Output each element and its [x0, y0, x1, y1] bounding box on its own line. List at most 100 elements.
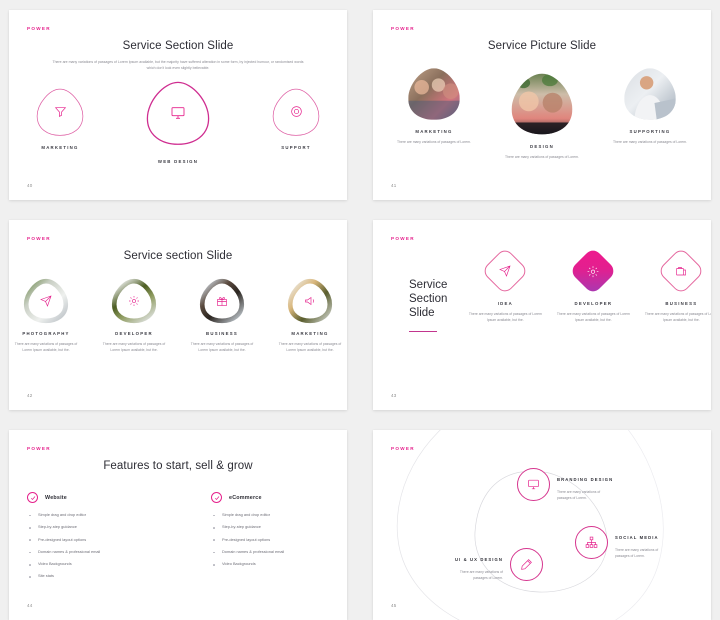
features-list: Simple drag and drop editor Step-by-step… — [211, 512, 339, 567]
features-column-header: eCommerce — [211, 492, 339, 503]
list-item: Video Backgrounds — [27, 561, 155, 567]
diamond-shape-active — [569, 246, 618, 296]
photo-blob — [622, 66, 678, 122]
slide-service-picture[interactable]: POWER Service Picture Slide MARKETING Th… — [373, 10, 711, 200]
service-blob-row: MARKETING WEB DESIGN SUPPORT — [9, 81, 347, 164]
paper-plane-icon — [499, 265, 511, 277]
node-circle — [517, 468, 550, 502]
diamond-item-developer[interactable]: DEVELOPER There are many variations of p… — [553, 246, 633, 324]
slide-features[interactable]: POWER Features to start, sell & grow Web… — [9, 430, 347, 620]
picture-item-desc: There are many variations of passages of… — [505, 155, 579, 159]
node-label: SOCIAL MEDIA — [615, 535, 659, 540]
slide-process-blob[interactable]: POWER BRANDING DESIGN There are many var… — [373, 430, 711, 620]
textured-ring-photography — [23, 278, 69, 324]
page-number: 45 — [391, 603, 397, 608]
textured-ring-developer — [111, 278, 157, 324]
diamond-item-idea[interactable]: IDEA There are many variations of passag… — [465, 246, 545, 324]
check-circle-icon — [211, 492, 222, 503]
photo-blob — [406, 66, 462, 122]
left-title-block: Service Section Slide — [409, 254, 448, 333]
service-item-support[interactable]: SUPPORT — [259, 86, 333, 150]
ring-item-desc: There are many variations of passages of… — [190, 342, 254, 353]
sitemap-icon — [585, 536, 598, 549]
picture-item-desc: There are many variations of passages of… — [613, 140, 687, 144]
gear-icon — [587, 265, 600, 278]
slide-service-section[interactable]: POWER Service Section Slide There are ma… — [9, 10, 347, 200]
process-node-social-media[interactable]: SOCIAL MEDIA There are many variations o… — [575, 526, 673, 560]
ring-item-business[interactable]: BUSINESS There are many variations of pa… — [187, 278, 257, 354]
monitor-icon — [527, 478, 540, 491]
node-text: UI & UX DESIGN There are many variations… — [445, 548, 503, 582]
background-blob-lines — [396, 430, 664, 620]
diamond-item-label: BUSINESS — [665, 301, 698, 306]
node-label: UI & UX DESIGN — [455, 557, 503, 562]
textured-blob — [111, 278, 157, 324]
diamond-shape — [657, 246, 706, 296]
list-item: Domain names & professional email — [27, 549, 155, 555]
slide-deck: POWER Service Section Slide There are ma… — [0, 0, 720, 620]
picture-item-marketing[interactable]: MARKETING There are many variations of p… — [395, 66, 473, 145]
page-subtitle: There are many variations of passages of… — [52, 60, 304, 71]
node-desc: There are many variations of passages of… — [557, 490, 601, 501]
monitor-icon — [170, 105, 186, 121]
ring-item-desc: There are many variations of passages of… — [102, 342, 166, 353]
diamond-shape — [481, 246, 530, 296]
diamond-row: IDEA There are many variations of passag… — [465, 246, 711, 324]
diamond-layout: Service Section Slide IDEA There are man… — [373, 220, 711, 333]
features-column-header: Website — [27, 492, 155, 503]
ring-item-label: BUSINESS — [206, 331, 238, 336]
page-number: 42 — [27, 393, 33, 398]
page-title: Service Picture Slide — [487, 40, 597, 52]
service-item-label: SUPPORT — [281, 144, 311, 150]
diamond-item-desc: There are many variations of passages of… — [468, 312, 542, 323]
slide-service-section-textured[interactable]: POWER Service section Slide PHOTOGRAPHY … — [9, 220, 347, 410]
title-underline — [409, 331, 437, 333]
page-title: Service Section Slide — [409, 279, 448, 320]
photo-mask-design — [511, 73, 573, 135]
diamond-item-business[interactable]: BUSINESS There are many variations of pa… — [641, 246, 711, 324]
textured-blob — [23, 278, 69, 324]
blob-shape — [34, 86, 86, 138]
ring-item-developer[interactable]: DEVELOPER There are many variations of p… — [99, 278, 169, 354]
pencil-icon — [520, 558, 533, 571]
brand-logo: POWER — [391, 236, 415, 241]
service-item-label: MARKETING — [41, 144, 79, 150]
textured-blob — [287, 278, 333, 324]
diamond-item-desc: There are many variations of passages of… — [644, 312, 711, 323]
service-item-marketing[interactable]: MARKETING — [23, 86, 97, 150]
page-number: 44 — [27, 603, 33, 608]
textured-blob — [199, 278, 245, 324]
features-column-website: Website Simple drag and drop editor Step… — [27, 492, 155, 587]
blob-shape-active — [144, 79, 212, 147]
node-desc: There are many variations of passages of… — [615, 548, 659, 559]
photo-mask-marketing — [408, 68, 460, 120]
process-canvas: BRANDING DESIGN There are many variation… — [373, 430, 711, 620]
service-item-web-design[interactable]: WEB DESIGN — [141, 81, 215, 164]
diamond-item-desc: There are many variations of passages of… — [556, 312, 630, 323]
process-node-branding-design[interactable]: BRANDING DESIGN There are many variation… — [517, 468, 615, 502]
picture-item-supporting[interactable]: SUPPORTING There are many variations of … — [611, 66, 689, 145]
blob-shape — [270, 86, 322, 138]
ring-item-desc: There are many variations of passages of… — [14, 342, 78, 353]
node-text: BRANDING DESIGN There are many variation… — [557, 468, 615, 502]
process-node-ui-ux-design[interactable]: UI & UX DESIGN There are many variations… — [445, 548, 543, 582]
ring-item-desc: There are many variations of passages of… — [278, 342, 342, 353]
textured-ring-row: PHOTOGRAPHY There are many variations of… — [9, 278, 347, 354]
node-text: SOCIAL MEDIA There are many variations o… — [615, 526, 673, 560]
diamond-item-label: IDEA — [497, 301, 513, 306]
page-title: Features to start, sell & grow — [103, 460, 253, 472]
picture-item-label: DESIGN — [530, 144, 554, 149]
list-item: Domain names & professional email — [211, 549, 339, 555]
list-item: Pre-designed layout options — [27, 537, 155, 543]
list-item: Step-by-step guidance — [211, 525, 339, 530]
ring-item-photography[interactable]: PHOTOGRAPHY There are many variations of… — [11, 278, 81, 354]
list-item: Simple drag and drop editor — [211, 512, 339, 518]
node-label: BRANDING DESIGN — [557, 477, 614, 482]
features-column-title: Website — [45, 494, 67, 501]
slide-service-section-diamonds[interactable]: POWER Service Section Slide IDEA There a… — [373, 220, 711, 410]
features-column-ecommerce: eCommerce Simple drag and drop editor St… — [211, 492, 339, 587]
picture-item-design[interactable]: DESIGN There are many variations of pass… — [503, 71, 581, 160]
brand-logo: POWER — [27, 446, 51, 451]
brand-logo: POWER — [27, 236, 51, 241]
ring-item-marketing[interactable]: MARKETING There are many variations of p… — [275, 278, 345, 354]
